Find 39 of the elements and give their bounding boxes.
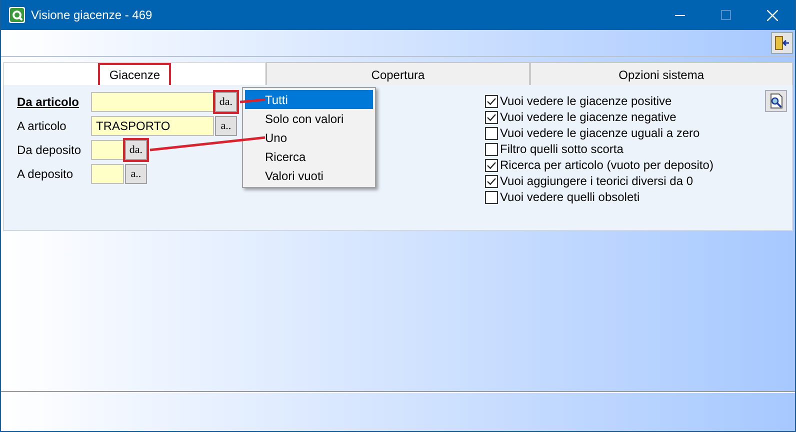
field-label: A deposito <box>16 167 74 181</box>
input-field[interactable]: TRASPORTO <box>91 116 214 136</box>
exit-button[interactable] <box>771 32 793 54</box>
checkbox-label: Vuoi vedere le giacenze negative <box>500 110 676 124</box>
range-button[interactable]: da. <box>215 92 237 112</box>
checkbox[interactable] <box>485 94 498 108</box>
input-field[interactable] <box>91 140 124 160</box>
menu-item[interactable]: Solo con valori <box>245 109 373 128</box>
checkbox-label: Vuoi vedere le giacenze positive <box>500 94 672 108</box>
menu-item[interactable]: Valori vuoti <box>245 166 373 185</box>
input-field[interactable] <box>91 92 214 112</box>
checkbox[interactable] <box>485 190 498 204</box>
checkbox[interactable] <box>485 126 498 140</box>
checkbox-label: Vuoi vedere le giacenze uguali a zero <box>500 126 700 140</box>
checkbox[interactable] <box>485 142 498 156</box>
checkbox-label: Filtro quelli sotto scorta <box>500 142 624 156</box>
tab[interactable]: Giacenze <box>3 62 266 87</box>
checkbox-label: Vuoi vedere quelli obsoleti <box>500 190 640 204</box>
menu-item[interactable]: Ricerca <box>245 147 373 166</box>
field-label: A articolo <box>16 119 68 133</box>
menu-item[interactable]: Tutti <box>245 90 373 109</box>
field-label: Da articolo <box>16 95 80 109</box>
close-icon[interactable] <box>766 10 778 20</box>
checkbox-label: Vuoi aggiungere i teorici diversi da 0 <box>500 174 694 188</box>
window-title: Visione giacenze - 469 <box>31 8 152 22</box>
app-logo-icon <box>9 7 25 23</box>
input-field[interactable] <box>91 164 124 184</box>
checkbox[interactable] <box>485 158 498 172</box>
tab[interactable]: Opzioni sistema <box>530 62 793 87</box>
range-button[interactable]: a.. <box>215 116 237 136</box>
checkbox[interactable] <box>485 174 498 188</box>
menu-item[interactable]: Uno <box>245 128 373 147</box>
range-button[interactable]: da. <box>125 140 147 160</box>
checkbox[interactable] <box>485 110 498 124</box>
tab[interactable]: Copertura <box>266 62 530 87</box>
field-label: Da deposito <box>16 143 82 157</box>
range-button[interactable]: a.. <box>125 164 147 184</box>
search-button[interactable] <box>765 90 787 112</box>
checkbox-label: Ricerca per articolo (vuoto per deposito) <box>500 158 714 172</box>
